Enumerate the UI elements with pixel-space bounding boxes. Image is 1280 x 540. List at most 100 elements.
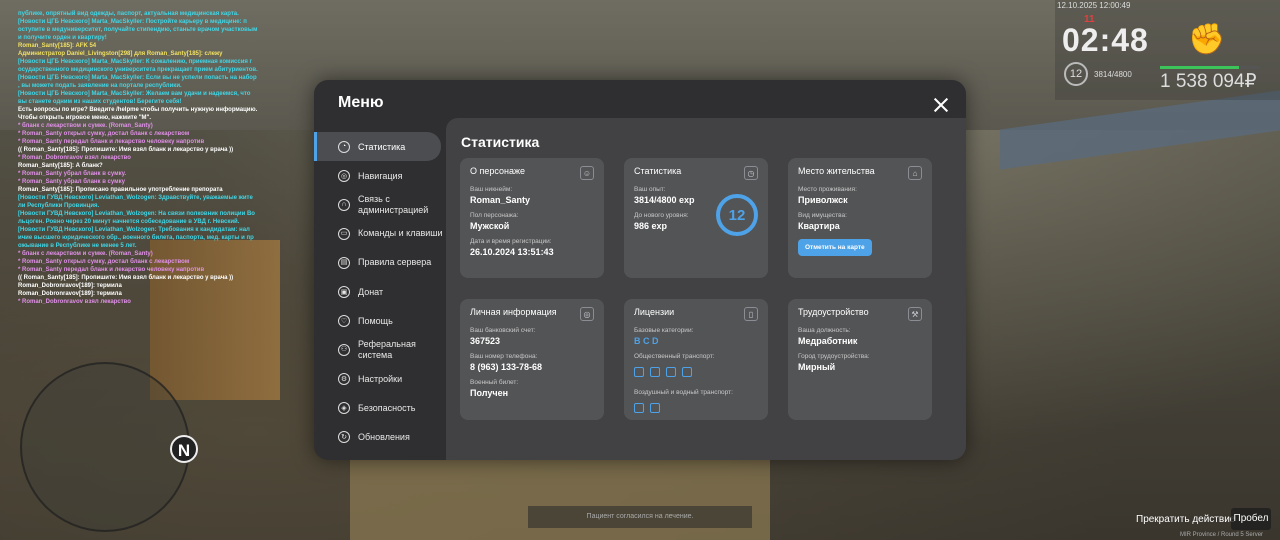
sidebar-item-label: Статистика [358, 141, 406, 152]
heart-icon: ♡ [338, 314, 350, 327]
home-icon: ⌂ [908, 166, 922, 180]
sidebar-item-1[interactable]: ◎ Навигация [314, 161, 444, 190]
chat-line: Roman_Santy[185]: AFK 54 [18, 43, 97, 49]
chat-line: * Roman_Santy убрал бланк в сумку [18, 179, 125, 185]
book-icon: ▤ [338, 256, 350, 269]
chat-line: оступите в медуниверситет, получайте сти… [18, 27, 258, 33]
tools-icon: ⚒ [908, 307, 922, 321]
train-icon [666, 367, 676, 377]
card-stats: Статистика ◷ Ваш опыт: 3814/4800 exp До … [624, 158, 768, 278]
notice-bar: Пациент согласился на лечение. [528, 506, 752, 528]
chat-line: * бланк с лекарством и сумке. (Roman_San… [18, 123, 153, 129]
phone-value: 8 (963) 133-78-68 [470, 362, 543, 372]
reg-value: 26.10.2024 13:51:43 [470, 247, 554, 257]
card-job: Трудоустройство ⚒ Ваша должность: Медраб… [788, 299, 932, 420]
referral-icon: ⚇ [338, 343, 350, 356]
headset-icon: ∩ [338, 198, 350, 211]
chat-line: Roman_Santy[185]: А бланк? [18, 163, 103, 169]
public-transport-icons [634, 364, 758, 382]
base-categories-value: B C D [634, 336, 659, 346]
bus-icon [650, 367, 660, 377]
sex-label: Пол персонажа: [470, 212, 519, 219]
hud-exp: 3814/4800 [1094, 70, 1132, 79]
card-personal: О персонаже ☺ Ваш никнейм: Roman_Santy П… [460, 158, 604, 278]
plane-icon [634, 403, 644, 413]
base-categories-label: Базовые категории: [634, 327, 694, 334]
keyboard-icon: ▭ [338, 227, 350, 240]
sidebar-item-2[interactable]: ∩ Связь с администрацией [314, 190, 444, 219]
sex-value: Мужской [470, 221, 510, 231]
modal-title: Меню [338, 94, 384, 111]
sidebar-item-3[interactable]: ▭ Команды и клавиши [314, 219, 444, 248]
military-label: Военный билет: [470, 379, 519, 386]
content-panel: Статистика О персонаже ☺ Ваш никнейм: Ro… [446, 118, 966, 460]
sidebar-item-8[interactable]: ⚙ Настройки [314, 364, 444, 393]
sidebar-item-label: Связь с администрацией [358, 193, 429, 215]
sidebar-item-label: Донат [358, 286, 384, 297]
refresh-icon: ↻ [338, 430, 350, 443]
chat-line: [Новости ЦГБ Невского] Marta_MacSkyller:… [18, 91, 251, 97]
menu-modal: Меню ◔ Статистика ◎ Навигация ∩ Связь с админ… [314, 80, 966, 460]
sidebar-item-5[interactable]: ▣ Донат [314, 277, 444, 306]
chat-line: Администратор Daniel_Livingston[298] для… [18, 51, 223, 57]
license-icon: ▯ [744, 307, 758, 321]
chat-line: ожывание в Республике не менее 5 лет. [18, 243, 137, 249]
place-label: Место проживания: [798, 186, 857, 193]
mark-on-map-button[interactable]: Отметить на карте [798, 239, 872, 256]
hud-date: 12.10.2025 12:00:49 [1057, 1, 1131, 10]
hud-progress-fill [1160, 66, 1239, 69]
nick-label: Ваш никнейм: [470, 186, 513, 193]
job-city-value: Мирный [798, 362, 836, 372]
user-icon: ☺ [580, 166, 594, 180]
position-value: Медработник [798, 336, 858, 346]
boat-icon [650, 403, 660, 413]
air-water-label: Воздушный и водный транспорт: [634, 389, 733, 396]
chat-line: * Roman_Santy убрал бланк в сумку. [18, 171, 127, 177]
chat-line: [Новости ЦГБ Невского] Marta_MacSkyller:… [18, 75, 257, 81]
gear-icon: ⚙ [338, 372, 350, 385]
sidebar-item-9[interactable]: ◈ Безопасность [314, 393, 444, 422]
card-job-title: Трудоустройство [798, 307, 869, 317]
chart-icon: ◔ [338, 140, 350, 153]
content-title: Статистика [461, 134, 540, 150]
tram-icon [634, 367, 644, 377]
chat-line: Чтобы открыть игровое меню, нажмите "M". [18, 115, 152, 121]
chat-line: ичие высшего юридического обр., военного… [18, 235, 254, 241]
chat-line: (( Roman_Santy[185]: Пропишите: Имя взял… [18, 275, 234, 281]
property-value: Квартира [798, 221, 840, 231]
clock-icon: ◷ [744, 166, 758, 180]
chat-line: [Новости ГУВД Невского] Leviathan_Wolzog… [18, 195, 253, 201]
hud-time: 02:48 [1062, 22, 1149, 58]
sidebar-item-label: Безопасность [358, 402, 416, 413]
sidebar-item-label: Помощь [358, 315, 393, 326]
exp-label: Ваш опыт: [634, 186, 666, 193]
space-key-button[interactable]: Пробел [1231, 508, 1271, 530]
sidebar-item-label: Обновления [358, 431, 410, 442]
compass-north: N [170, 435, 198, 463]
id-icon: ◎ [580, 307, 594, 321]
sidebar-item-0[interactable]: ◔ Статистика [314, 132, 441, 161]
sidebar-item-label: Реферальная система [358, 338, 416, 360]
sidebar-item-6[interactable]: ♡ Помощь [314, 306, 444, 335]
chat-line: * Roman_Santy открыл сумку, достал бланк… [18, 259, 190, 265]
sidebar-item-4[interactable]: ▤ Правила сервера [314, 248, 444, 277]
card-stats-title: Статистика [634, 166, 682, 176]
level-ring: 12 [716, 194, 758, 236]
chat-line: ли Республики Провинция. [18, 203, 100, 209]
chat-line: * бланк с лекарством и сумке. (Roman_San… [18, 251, 153, 257]
card-info-title: Личная информация [470, 307, 557, 317]
chat-line: , вы можете подать заявление на портале … [18, 83, 182, 89]
chat-line: публике, опрятный вид одежды, паспорт, а… [18, 11, 239, 17]
close-icon[interactable] [932, 96, 950, 114]
bank-label: Ваш банковский счет: [470, 327, 536, 334]
place-value: Приволжск [798, 195, 848, 205]
sidebar-item-label: Правила сервера [358, 257, 432, 267]
sidebar-item-10[interactable]: ↻ Обновления [314, 422, 444, 451]
chat-line: Есть вопросы по игре? Введите /helpme чт… [18, 107, 258, 113]
job-city-label: Город трудоустройства: [798, 353, 870, 360]
compass-icon: ◎ [338, 169, 350, 182]
chat-line: Roman_Santy[185]: Прописано правильное у… [18, 187, 223, 193]
reg-label: Дата и время регистрации: [470, 238, 552, 245]
shield-icon: ◈ [338, 401, 350, 414]
sidebar-item-7[interactable]: ⚇ Реферальная система [314, 335, 444, 364]
